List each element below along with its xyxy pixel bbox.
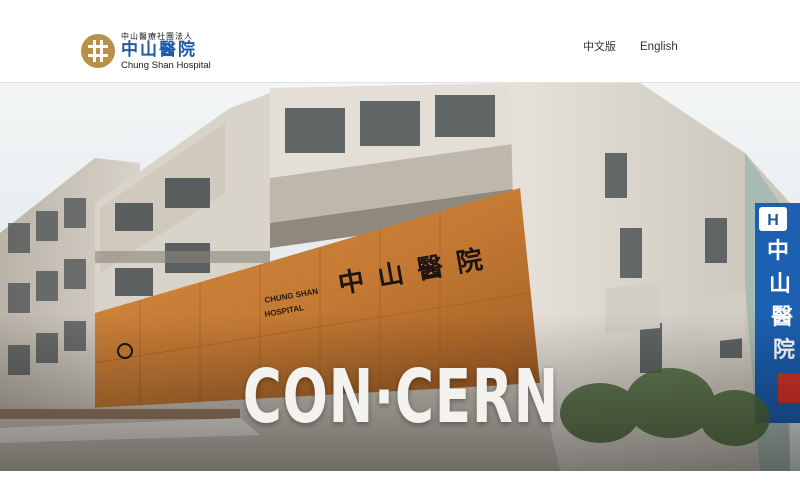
lang-chinese-link[interactable]: 中文版 [583, 40, 616, 54]
sign-char: 中 [767, 239, 789, 264]
sign-char: 山 [769, 272, 791, 297]
page-bottom-strip [0, 471, 800, 500]
hero-title: CON·CERN [242, 354, 559, 440]
logo-name-en: Chung Shan Hospital [121, 59, 211, 71]
sign-h-badge: H [767, 212, 779, 229]
site-header: 中山醫療社團法人 中山醫院 Chung Shan Hospital 中文版 En… [0, 0, 800, 83]
hero-banner: H 中 山 醫 院 CHUNG SHAN HOSPITAL 中山醫院 [0, 83, 800, 471]
lang-english-link[interactable]: English [640, 40, 678, 54]
language-nav: 中文版 English [0, 40, 800, 56]
